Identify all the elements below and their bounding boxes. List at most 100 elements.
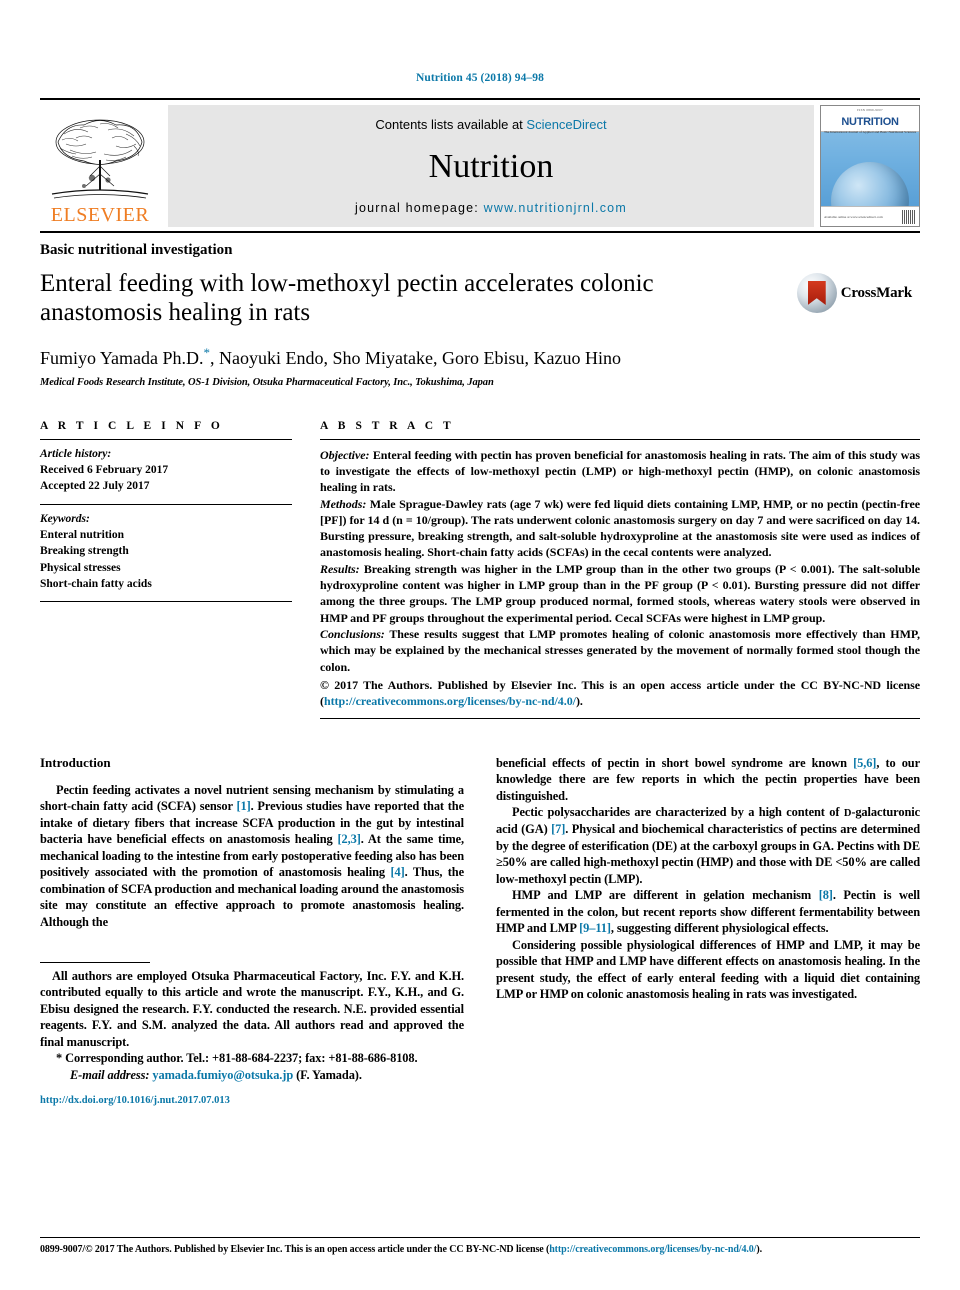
article-header: Basic nutritional investigation Enteral …: [40, 233, 920, 388]
abstract-methods-text: Male Sprague-Dawley rats (age 7 wk) were…: [320, 496, 920, 560]
cc-license-link[interactable]: http://creativecommons.org/licenses/by-n…: [324, 694, 576, 708]
article-info-bottom-rule: [40, 601, 292, 603]
intro-p2-text-a: Pectic polysaccharides are characterized…: [512, 805, 844, 820]
page-footer: 0899-9007/© 2017 The Authors. Published …: [40, 1236, 920, 1257]
body-columns: Introduction Pectin feeding activates a …: [40, 754, 920, 1107]
body-column-right: beneficial effects of pectin in short bo…: [496, 755, 920, 1107]
journal-cover-thumbnail: ISSN 0899-9007 NUTRITION The Internation…: [820, 105, 920, 227]
crossmark-label: CrossMark: [840, 284, 912, 301]
cover-journal-subtitle: The International Journal of Applied and…: [823, 130, 917, 134]
elsevier-wordmark: ELSEVIER: [50, 204, 150, 226]
footnote-corresponding-author: * Corresponding author. Tel.: +81-88-684…: [56, 1051, 418, 1066]
abstract-bottom-rule: [320, 717, 920, 719]
abstract-methods: Methods: Male Sprague-Dawley rats (age 7…: [320, 496, 920, 561]
article-history-block: Article history: Received 6 February 201…: [40, 440, 292, 504]
homepage-prefix: journal homepage:: [355, 201, 484, 215]
footer-cc-license-link[interactable]: http://creativecommons.org/licenses/by-n…: [549, 1244, 756, 1255]
introduction-paragraph-1-cont: beneficial effects of pectin in short bo…: [496, 755, 920, 805]
abstract-results-text: Breaking strength was higher in the LMP …: [320, 561, 920, 625]
abstract-objective-label: Objective:: [320, 447, 370, 462]
doi-link[interactable]: http://dx.doi.org/10.1016/j.nut.2017.07.…: [40, 1095, 230, 1106]
author-first: Fumiyo Yamada Ph.D.: [40, 348, 204, 368]
citation-ref-8[interactable]: [8]: [819, 888, 833, 902]
article-history-label: Article history:: [40, 447, 112, 460]
running-head: Nutrition 45 (2018) 94–98: [415, 72, 545, 84]
contents-available-line: Contents lists available at ScienceDirec…: [375, 117, 606, 132]
abstract-conclusions-label: Conclusions:: [320, 627, 385, 642]
cover-issn: ISSN 0899-9007: [857, 108, 883, 112]
keywords-label: Keywords:: [40, 512, 90, 525]
introduction-paragraph-4: Considering possible physiological diffe…: [496, 937, 920, 1002]
abstract-results-label: Results:: [320, 561, 360, 576]
abstract-conclusions-text: These results suggest that LMP promotes …: [320, 627, 920, 674]
footnotes-block: All authors are employed Otsuka Pharmace…: [40, 961, 464, 1106]
author-email-link[interactable]: yamada.fumiyo@otsuka.jp: [152, 1068, 293, 1082]
abstract-methods-label: Methods:: [320, 496, 367, 511]
keyword-item: Short-chain fatty acids: [40, 577, 152, 590]
citation-ref-4[interactable]: [4]: [390, 865, 404, 879]
abstract-column: A B S T R A C T Objective: Enteral feedi…: [320, 420, 920, 719]
journal-homepage-link[interactable]: www.nutritionjrnl.com: [484, 201, 627, 215]
article-page: Nutrition 45 (2018) 94–98 ELSEVIER Conte…: [0, 0, 960, 1290]
introduction-paragraph-3: HMP and LMP are different in gelation me…: [496, 887, 920, 937]
citation-ref-9-11[interactable]: [9–11]: [579, 921, 611, 935]
keyword-item: Physical stresses: [40, 561, 121, 574]
footnote-contributions: All authors are employed Otsuka Pharmace…: [40, 968, 464, 1049]
author-list: Fumiyo Yamada Ph.D.*, Naoyuki Endo, Sho …: [40, 345, 920, 370]
keywords-block: Keywords: Enteral nutrition Breaking str…: [40, 505, 292, 602]
email-address-label: E-mail address:: [70, 1067, 150, 1082]
article-info-column: A R T I C L E I N F O Article history: R…: [40, 420, 292, 719]
info-abstract-row: A R T I C L E I N F O Article history: R…: [40, 420, 920, 719]
keyword-item: Enteral nutrition: [40, 528, 125, 541]
crossmark-icon: [796, 273, 837, 313]
elsevier-logo: ELSEVIER: [40, 105, 160, 227]
article-accepted-date: Accepted 22 July 2017: [40, 480, 150, 493]
abstract-objective-text: Enteral feeding with pectin has proven b…: [320, 447, 920, 495]
elsevier-tree-icon: [51, 119, 149, 199]
contents-prefix: Contents lists available at: [375, 117, 527, 132]
cover-bottom-text: Available online at www.sciencedirect.co…: [824, 214, 883, 219]
issn-copyright-tail: ).: [756, 1243, 762, 1255]
issn-copyright-text: 0899-9007/© 2017 The Authors. Published …: [40, 1243, 550, 1255]
article-received-date: Received 6 February 2017: [40, 463, 169, 476]
intro-p3-text-c: , suggesting different physiological eff…: [610, 921, 829, 936]
citation-ref-7[interactable]: [7]: [551, 822, 565, 836]
citation-ref-5-6[interactable]: [5,6]: [853, 756, 876, 770]
introduction-paragraph-2: Pectic polysaccharides are characterized…: [496, 804, 920, 887]
article-section-kind: Basic nutritional investigation: [40, 242, 233, 258]
abstract-conclusions: Conclusions: These results suggest that …: [320, 626, 920, 675]
crossmark-badge[interactable]: CrossMark: [796, 273, 912, 313]
intro-p3-text-a: HMP and LMP are different in gelation me…: [512, 888, 819, 903]
abstract-heading: A B S T R A C T: [320, 419, 455, 432]
intro-right-text-a: beneficial effects of pectin in short bo…: [496, 755, 854, 770]
author-rest: , Naoyuki Endo, Sho Miyatake, Goro Ebisu…: [210, 348, 621, 368]
author-affiliation: Medical Foods Research Institute, OS-1 D…: [40, 376, 494, 388]
masthead-center-panel: Contents lists available at ScienceDirec…: [168, 105, 814, 227]
abstract-copyright-tail: ).: [575, 694, 583, 709]
page-title: Enteral feeding with low-methoxyl pectin…: [40, 270, 654, 326]
sciencedirect-link[interactable]: ScienceDirect: [526, 117, 606, 132]
journal-masthead: ELSEVIER Contents lists available at Sci…: [40, 98, 920, 233]
article-info-heading: A R T I C L E I N F O: [40, 419, 224, 432]
introduction-heading: Introduction: [40, 754, 111, 770]
title-row: Enteral feeding with low-methoxyl pectin…: [40, 269, 920, 327]
citation-ref-2-3[interactable]: [2,3]: [338, 832, 361, 846]
abstract-objective: Objective: Enteral feeding with pectin h…: [320, 447, 920, 496]
abstract-results: Results: Breaking strength was higher in…: [320, 561, 920, 626]
footnote-separator-rule: [40, 961, 150, 963]
cover-bottom-band: Available online at www.sciencedirect.co…: [821, 206, 919, 226]
keyword-item: Breaking strength: [40, 545, 129, 558]
body-column-left: Introduction Pectin feeding activates a …: [40, 754, 464, 1106]
abstract-copyright: © 2017 The Authors. Published by Elsevie…: [320, 677, 920, 710]
citation-ref-1[interactable]: [1]: [236, 799, 250, 813]
introduction-paragraph-1: Pectin feeding activates a novel nutrien…: [40, 782, 464, 931]
cover-barcode-icon: [902, 209, 916, 224]
doi-line: http://dx.doi.org/10.1016/j.nut.2017.07.…: [40, 1095, 464, 1106]
journal-homepage-line: journal homepage: www.nutritionjrnl.com: [355, 201, 627, 215]
cover-journal-title: NUTRITION: [841, 116, 899, 128]
email-owner: (F. Yamada).: [293, 1067, 362, 1082]
journal-name: Nutrition: [428, 147, 554, 185]
abstract-body: Objective: Enteral feeding with pectin h…: [320, 440, 920, 710]
footnote-email-line: E-mail address: yamada.fumiyo@otsuka.jp …: [40, 1067, 464, 1084]
cover-top-band: ISSN 0899-9007 NUTRITION The Internation…: [821, 106, 919, 134]
